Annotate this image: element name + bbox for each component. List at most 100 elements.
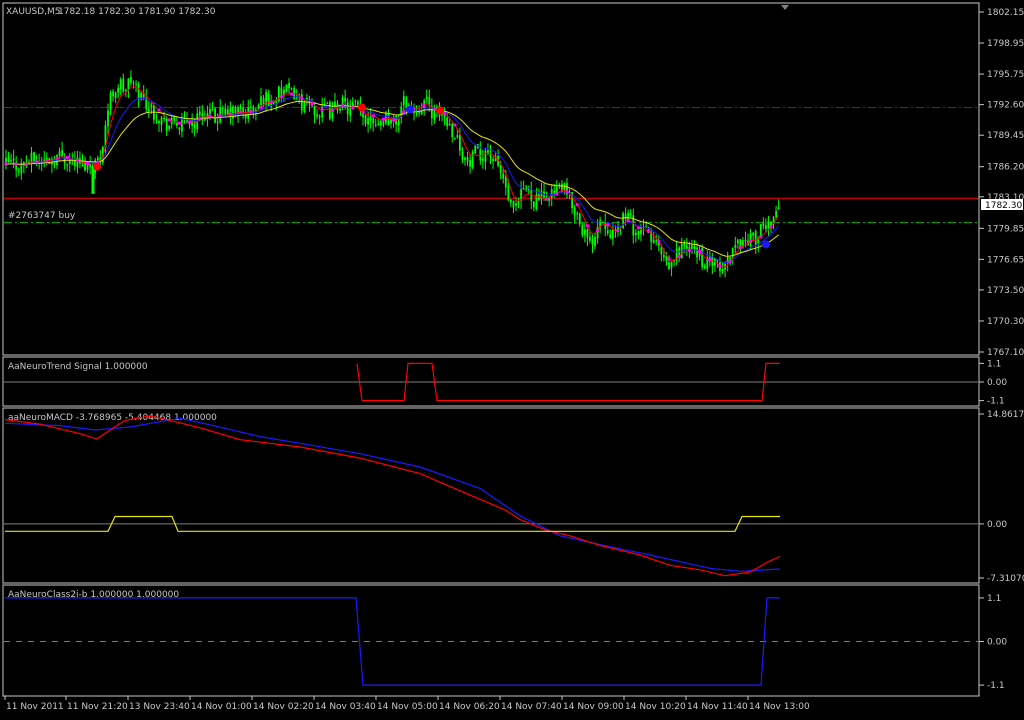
candle-body (481, 158, 484, 161)
candle-body (578, 213, 581, 225)
candle-body (160, 117, 163, 125)
trail-dot (636, 226, 640, 230)
candle-body (721, 270, 724, 272)
candle-body (122, 78, 125, 92)
time-axis-label: 14 Nov 06:20 (439, 702, 500, 712)
candle-body (163, 117, 165, 120)
candle-body (606, 230, 609, 234)
candle-body (775, 211, 777, 218)
candle-body (660, 247, 663, 255)
price-axis-label: 1802.15 (987, 8, 1024, 18)
candle-body (285, 84, 288, 91)
candle-body (594, 236, 596, 247)
candle-body (627, 212, 630, 220)
candle-body (357, 101, 359, 105)
candle-body (316, 114, 318, 117)
candle-body (168, 125, 171, 129)
trail-dot (259, 105, 263, 109)
time-axis-label: 14 Nov 02:20 (253, 702, 314, 712)
candle-body (405, 97, 408, 109)
candle-body (224, 108, 227, 115)
candle-body (576, 213, 579, 215)
candle-body (492, 159, 494, 161)
trail-dot (402, 110, 406, 114)
trail-dot (575, 203, 579, 207)
candle-body (767, 221, 770, 229)
candle-body (701, 248, 704, 267)
candle-body (499, 165, 502, 173)
candle-body (326, 103, 329, 105)
trail-dot (667, 257, 671, 261)
candle-body (244, 113, 247, 119)
candle-body (464, 157, 466, 161)
candle-body (267, 93, 270, 106)
trail-dot (381, 117, 385, 121)
candle-body (532, 201, 535, 208)
candle-body (61, 149, 63, 157)
candle-body (451, 123, 454, 138)
price-axis-label: 1795.75 (987, 70, 1024, 80)
trail-dot (698, 249, 702, 253)
trail-dot (585, 224, 589, 228)
candle-body (214, 108, 216, 123)
time-axis-label: 14 Nov 11:40 (687, 702, 748, 712)
trail-dot (749, 239, 753, 243)
trail-dot (300, 96, 304, 100)
price-axis-label: 1786.20 (987, 163, 1024, 173)
candle-body (441, 114, 443, 116)
trail-dot (738, 246, 742, 250)
time-axis-label: 14 Nov 03:40 (315, 702, 376, 712)
chart-canvas[interactable]: XAUUSD,M5 1782.18 1782.30 1781.90 1782.3… (0, 0, 1024, 716)
mt4-chart-window[interactable]: XAUUSD,M5 1782.18 1782.30 1781.90 1782.3… (0, 0, 1024, 716)
trail-dot (290, 92, 294, 96)
candle-body (382, 120, 385, 125)
candle-body (239, 106, 242, 108)
candle-body (58, 151, 61, 156)
trail-dot (606, 223, 610, 227)
time-axis-label: 14 Nov 07:40 (501, 702, 562, 712)
candle-body (428, 96, 431, 105)
time-axis-label: 13 Nov 23:40 (129, 702, 190, 712)
candle-body (736, 240, 739, 244)
time-axis-label: 14 Nov 13:00 (749, 702, 810, 712)
trail-dot (677, 254, 681, 258)
candle-body (117, 88, 120, 94)
signal-dot (358, 103, 366, 112)
candle-body (130, 77, 132, 83)
trail-dot (657, 239, 661, 243)
candle-body (387, 113, 390, 126)
order-label: #2763747 buy (8, 211, 76, 221)
trail-dot (616, 229, 620, 233)
candle-body (583, 229, 586, 235)
candle-body (364, 115, 367, 124)
candle-body (548, 198, 551, 201)
candle-body (150, 104, 153, 107)
candle-body (147, 108, 150, 112)
candle-body (752, 232, 755, 236)
trail-dot (75, 159, 79, 163)
candle-body (765, 225, 767, 229)
candle-body (469, 160, 471, 167)
candle-body (165, 118, 168, 131)
candle-body (652, 239, 655, 243)
trail-dot (157, 108, 161, 112)
candle-body (221, 107, 224, 109)
trail-dot (24, 162, 28, 166)
candle-body (471, 152, 474, 168)
candle-body (107, 110, 109, 127)
candle-body (685, 245, 688, 249)
candle-body (510, 199, 512, 203)
axis-label: -1.1 (987, 397, 1005, 407)
candle-body (7, 157, 10, 163)
candle-body (127, 78, 130, 90)
candle-body (553, 190, 556, 194)
candle-body (367, 118, 369, 125)
trail-dot (453, 123, 457, 127)
trail-dot (647, 229, 651, 233)
trail-dot (310, 102, 314, 106)
candle-body (691, 245, 693, 249)
price-axis-label: 1767.10 (987, 348, 1024, 358)
candle-body (466, 156, 469, 162)
axis-label: 1.1 (987, 594, 1001, 604)
candle-body (137, 84, 140, 100)
